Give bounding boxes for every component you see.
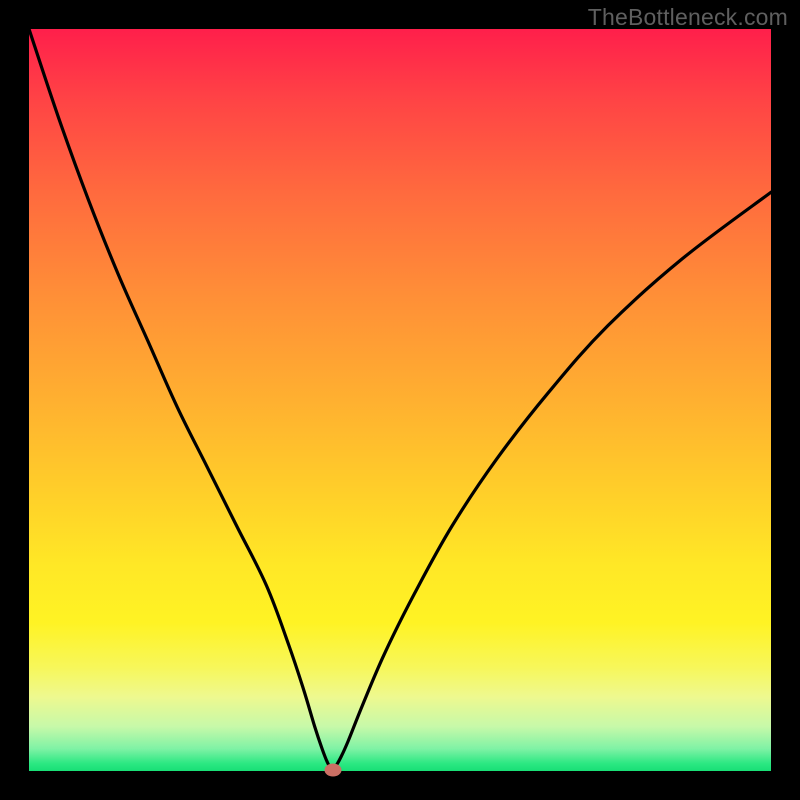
optimal-point-marker — [325, 763, 342, 776]
plot-area — [29, 29, 771, 771]
bottleneck-curve — [29, 29, 771, 771]
watermark-text: TheBottleneck.com — [588, 4, 788, 31]
chart-frame: TheBottleneck.com — [0, 0, 800, 800]
